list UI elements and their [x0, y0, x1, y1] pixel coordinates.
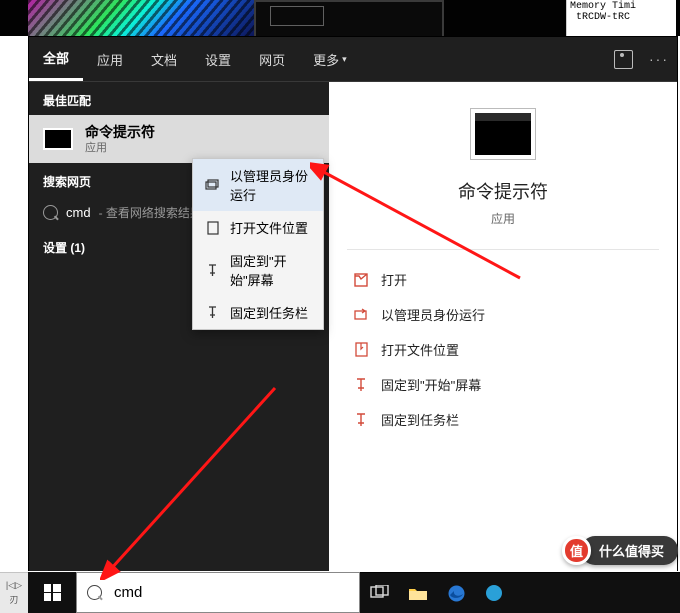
- best-match-subtitle: 应用: [85, 141, 155, 155]
- taskbar-rest: [360, 572, 680, 613]
- task-view-icon[interactable]: [368, 581, 392, 605]
- detail-thumb: [470, 108, 536, 160]
- ctx-pin-start[interactable]: 固定到"开始"屏幕: [193, 244, 323, 296]
- web-search-hint: - 查看网络搜索结果: [99, 204, 202, 221]
- smzdm-label: 什么值得买: [581, 536, 678, 565]
- folder-icon: [205, 220, 220, 235]
- action-open-location-label: 打开文件位置: [381, 340, 459, 359]
- start-search-panel: 全部 应用 文档 设置 网页 更多 ··· 最佳匹配 命令提示符 应用: [28, 36, 678, 571]
- action-pin-taskbar[interactable]: 固定到任务栏: [329, 402, 677, 437]
- ctx-pin-taskbar-label: 固定到任务栏: [230, 303, 308, 322]
- separator: [347, 249, 659, 250]
- taskbar: |◁▷ 刃: [0, 572, 680, 613]
- context-menu: 以管理员身份运行 打开文件位置 固定到"开始"屏幕 固定到任务栏: [192, 158, 324, 330]
- tab-apps[interactable]: 应用: [83, 37, 137, 81]
- admin-icon: [205, 178, 220, 193]
- ctx-run-admin[interactable]: 以管理员身份运行: [193, 159, 323, 211]
- admin-icon: [353, 307, 369, 323]
- action-open-label: 打开: [381, 270, 407, 289]
- detail-pane: 命令提示符 应用 打开 以管理员身份运行 打开文件位置: [329, 82, 677, 571]
- ctx-open-location-label: 打开文件位置: [230, 218, 308, 237]
- web-search-term: cmd: [66, 205, 91, 220]
- smzdm-badge: 值: [562, 536, 591, 565]
- start-button[interactable]: [28, 572, 76, 613]
- desktop-hardware-window: [254, 0, 444, 36]
- notepad-window: Memory Timi tRCDW-tRC: [566, 0, 676, 36]
- action-pin-taskbar-label: 固定到任务栏: [381, 410, 459, 429]
- action-pin-start[interactable]: 固定到"开始"屏幕: [329, 367, 677, 402]
- folder-icon: [353, 342, 369, 358]
- ctx-open-location[interactable]: 打开文件位置: [193, 211, 323, 244]
- action-pin-start-label: 固定到"开始"屏幕: [381, 375, 481, 394]
- best-match-item[interactable]: 命令提示符 应用: [29, 115, 329, 163]
- action-run-admin[interactable]: 以管理员身份运行: [329, 297, 677, 332]
- action-open-location[interactable]: 打开文件位置: [329, 332, 677, 367]
- ctx-pin-start-label: 固定到"开始"屏幕: [230, 251, 311, 289]
- best-match-title: 命令提示符: [85, 123, 155, 141]
- detail-title: 命令提示符: [329, 178, 677, 204]
- search-icon: [87, 585, 102, 600]
- player-mini[interactable]: |◁▷ 刃: [0, 572, 28, 613]
- overflow-icon[interactable]: ···: [649, 51, 669, 67]
- pin-start-icon: [205, 263, 220, 278]
- action-run-admin-label: 以管理员身份运行: [381, 305, 485, 324]
- app-icon[interactable]: [482, 581, 506, 605]
- smzdm-watermark: 值 什么值得买: [562, 536, 678, 565]
- desktop-rgb-background: [28, 0, 258, 36]
- search-icon: [43, 205, 58, 220]
- pin-start-icon: [353, 377, 369, 393]
- taskbar-search[interactable]: [76, 572, 360, 613]
- feedback-icon[interactable]: [614, 50, 633, 69]
- taskbar-search-input[interactable]: [112, 583, 349, 602]
- edge-icon[interactable]: [444, 581, 468, 605]
- search-tabs: 全部 应用 文档 设置 网页 更多 ···: [29, 37, 677, 82]
- cmd-icon: [43, 128, 73, 150]
- pin-taskbar-icon: [353, 412, 369, 428]
- windows-icon: [44, 584, 61, 601]
- tab-settings[interactable]: 设置: [191, 37, 245, 81]
- ctx-run-admin-label: 以管理员身份运行: [230, 166, 311, 204]
- explorer-icon[interactable]: [406, 581, 430, 605]
- pin-taskbar-icon: [205, 305, 220, 320]
- open-icon: [353, 272, 369, 288]
- ctx-pin-taskbar[interactable]: 固定到任务栏: [193, 296, 323, 329]
- tab-web[interactable]: 网页: [245, 37, 299, 81]
- detail-subtitle: 应用: [329, 210, 677, 227]
- tab-more[interactable]: 更多: [299, 37, 361, 81]
- section-best-match: 最佳匹配: [29, 82, 329, 115]
- tab-docs[interactable]: 文档: [137, 37, 191, 81]
- tab-all[interactable]: 全部: [29, 37, 83, 81]
- action-open[interactable]: 打开: [329, 262, 677, 297]
